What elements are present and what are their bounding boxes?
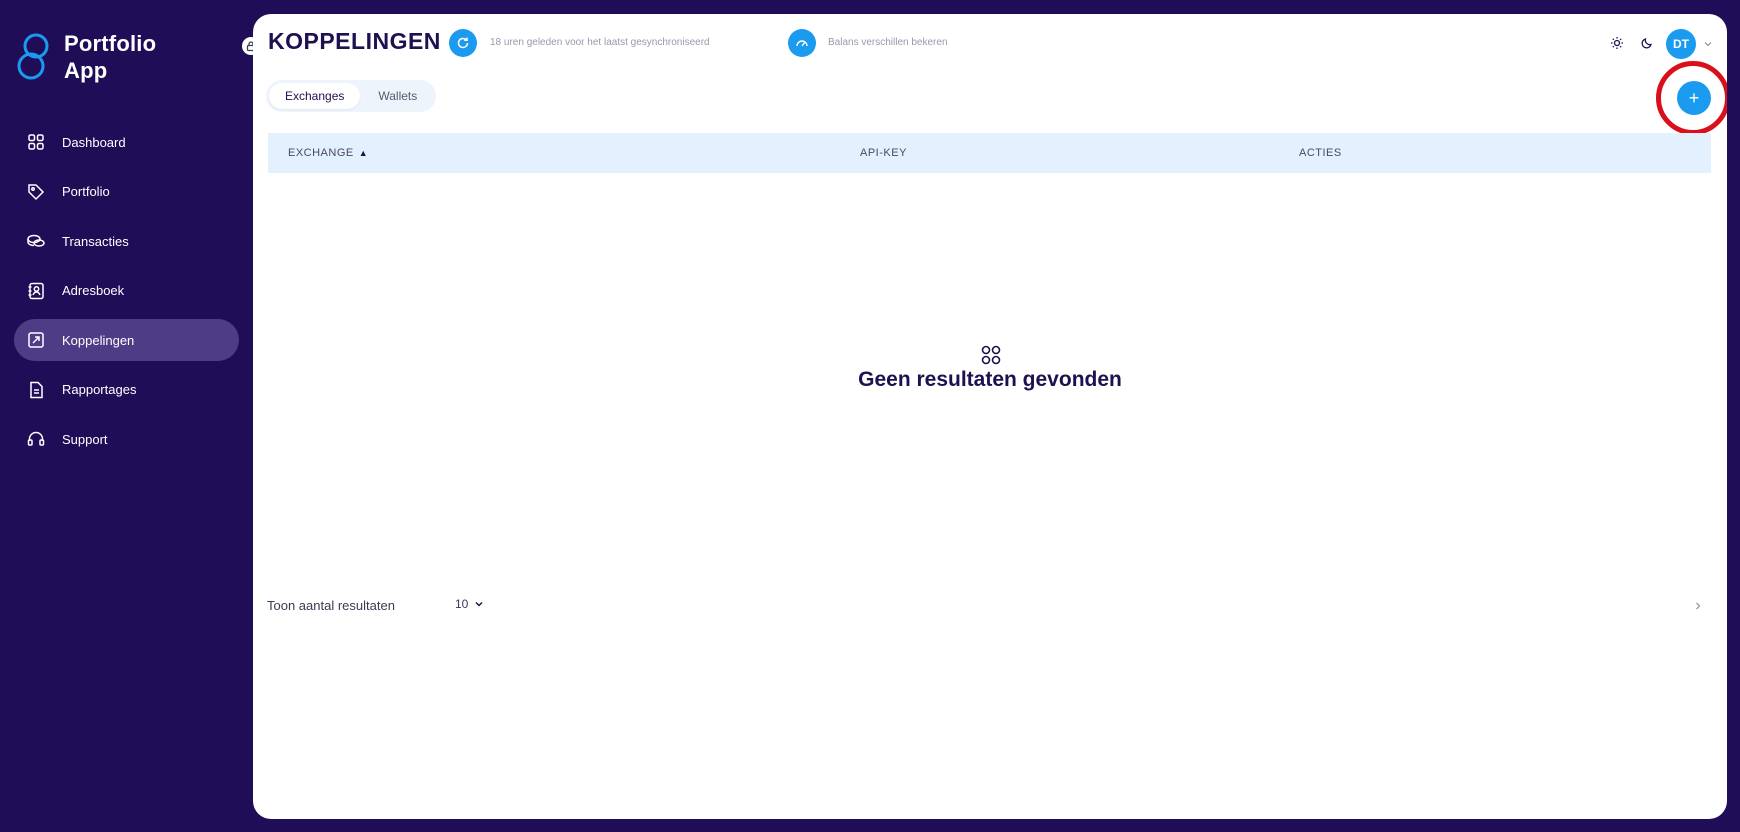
sidebar-item-koppelingen[interactable]: Koppelingen <box>14 319 239 361</box>
tab-wallets[interactable]: Wallets <box>362 83 433 109</box>
balance-button[interactable] <box>788 29 816 57</box>
dark-mode-button[interactable] <box>1634 30 1660 56</box>
app-logo[interactable]: Portfolio App <box>14 30 156 86</box>
main-panel: KOPPELINGEN 18 uren geleden voor het laa… <box>253 14 1727 819</box>
table-header: EXCHANGE ▲ API-KEY ACTIES <box>268 133 1711 173</box>
page-size-value: 10 <box>455 597 469 611</box>
connection-tabs: Exchanges Wallets <box>266 80 437 112</box>
app-name: Portfolio App <box>64 30 156 84</box>
column-header-api-key: API-KEY <box>860 147 907 159</box>
user-avatar[interactable]: DT <box>1666 29 1696 59</box>
sidebar-item-label: Transacties <box>62 233 129 249</box>
column-header-label: EXCHANGE <box>288 147 354 159</box>
address-book-icon <box>26 281 46 301</box>
theme-toggle <box>1604 30 1660 56</box>
next-page-chevron-icon[interactable] <box>1692 600 1704 612</box>
sidebar-item-support[interactable]: Support <box>14 418 239 460</box>
chevron-down-icon[interactable] <box>1702 38 1714 50</box>
sidebar-nav: Dashboard Portfolio Transacties Adresboe… <box>14 121 239 468</box>
sidebar: Portfolio App Dashboard Portfolio Transa… <box>0 0 253 832</box>
empty-state-grid-icon <box>981 345 1001 365</box>
empty-state-message: Geen resultaten gevonden <box>858 368 1122 391</box>
headset-icon <box>26 429 46 449</box>
moon-icon <box>1641 38 1652 49</box>
sidebar-item-adresboek[interactable]: Adresboek <box>14 270 239 312</box>
document-icon <box>26 380 46 400</box>
sidebar-item-rapportages[interactable]: Rapportages <box>14 369 239 411</box>
logo-mark-icon <box>17 33 49 80</box>
sun-icon <box>1611 37 1623 49</box>
sidebar-item-label: Dashboard <box>62 134 126 150</box>
last-sync-text: 18 uren geleden voor het laatst gesynchr… <box>490 37 710 48</box>
sidebar-item-label: Koppelingen <box>62 332 135 348</box>
tab-exchanges[interactable]: Exchanges <box>269 83 361 109</box>
sidebar-item-label: Adresboek <box>62 283 125 298</box>
sidebar-item-label: Rapportages <box>62 382 137 397</box>
light-mode-button[interactable] <box>1604 30 1630 56</box>
sync-button[interactable] <box>449 29 477 57</box>
sort-ascending-icon: ▲ <box>358 148 369 158</box>
balance-differences-text[interactable]: Balans verschillen bekeren <box>828 37 948 48</box>
page-title: KOPPELINGEN <box>268 28 441 54</box>
sidebar-item-label: Support <box>62 431 108 447</box>
sync-icon <box>457 37 469 49</box>
tag-icon <box>26 182 46 202</box>
sidebar-item-dashboard[interactable]: Dashboard <box>14 121 239 163</box>
sidebar-item-portfolio[interactable]: Portfolio <box>14 171 239 213</box>
sidebar-item-transacties[interactable]: Transacties <box>14 220 239 262</box>
column-header-acties: ACTIES <box>1299 147 1342 159</box>
chevron-down-icon <box>475 601 483 607</box>
add-connection-button[interactable]: + <box>1677 81 1711 115</box>
column-header-exchange[interactable]: EXCHANGE ▲ <box>288 133 368 173</box>
link-icon <box>26 330 46 350</box>
sidebar-item-label: Portfolio <box>62 184 110 199</box>
scale-icon <box>796 40 808 47</box>
page-size-label: Toon aantal resultaten <box>267 598 395 613</box>
coins-icon <box>26 231 46 251</box>
grid-icon <box>26 132 46 152</box>
app-name-line2: App <box>64 58 108 83</box>
app-name-line1: Portfolio <box>64 31 157 56</box>
page-size-select[interactable]: 10 <box>455 597 484 611</box>
